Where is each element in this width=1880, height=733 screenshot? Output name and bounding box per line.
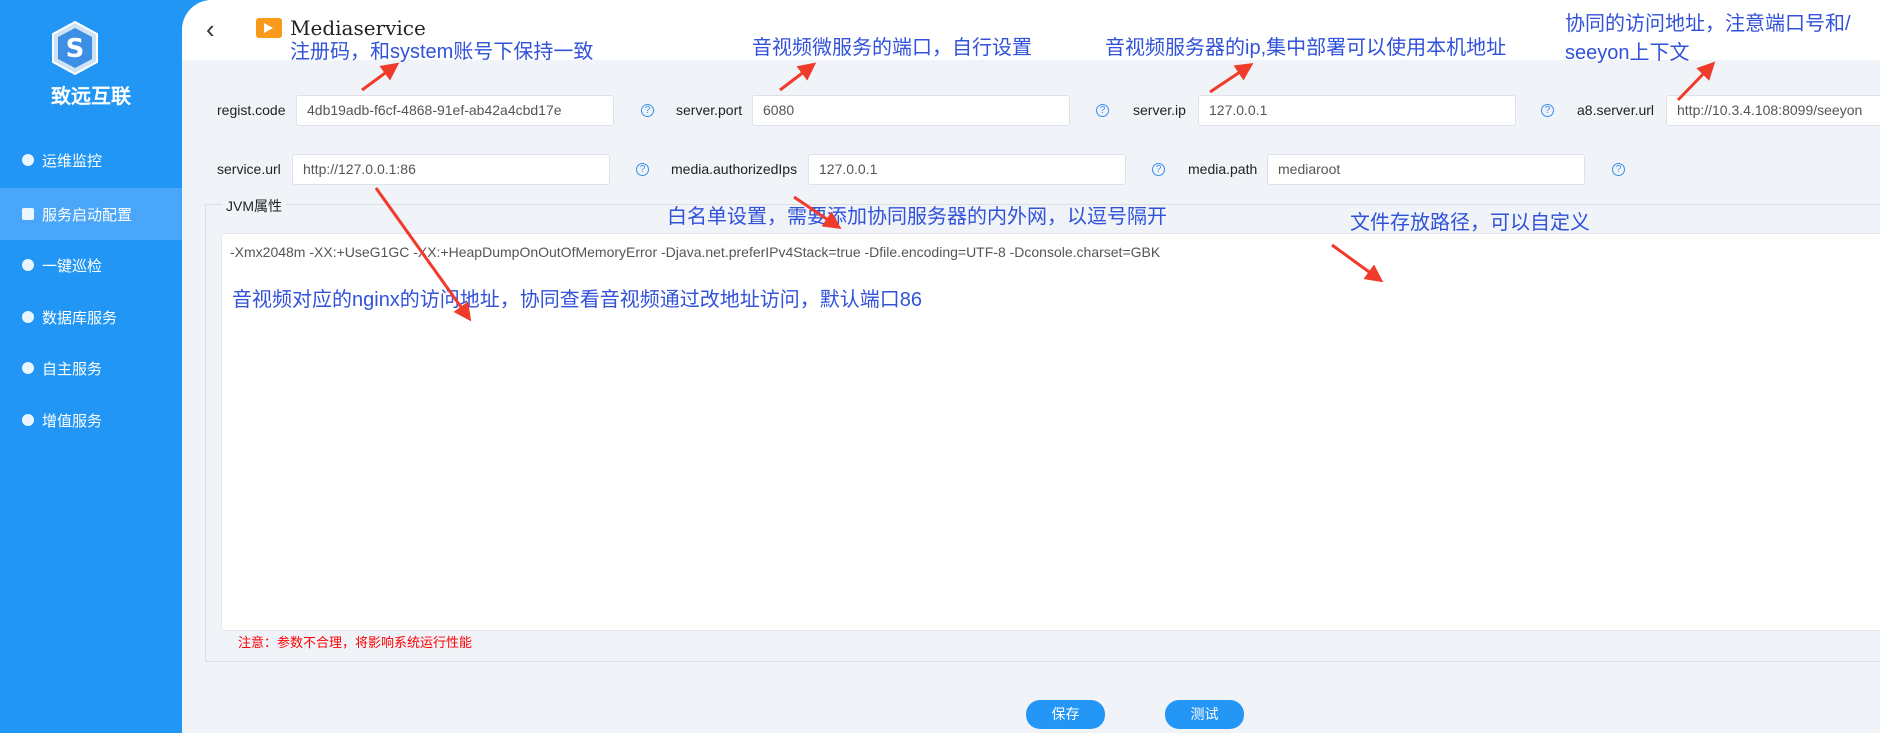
sidebar-item-service-config[interactable]: 服务启动配置 (0, 188, 182, 240)
annotation-authorizedips: 白名单设置，需要添加协同服务器的内外网，以逗号隔开 (667, 206, 1167, 228)
help-icon[interactable]: ? (1096, 104, 1109, 117)
help-icon[interactable]: ? (636, 163, 649, 176)
heart-icon (22, 362, 34, 374)
sidebar-item-label: 一键巡检 (42, 257, 103, 275)
a8-server-url-label: a8.server.url (1577, 102, 1655, 118)
media-authorizedips-label: media.authorizedIps (671, 161, 798, 177)
brand-name: 致远互联 (51, 84, 131, 108)
svg-text:S: S (66, 34, 85, 64)
sidebar-item-value-added[interactable]: 增值服务 (0, 394, 182, 446)
annotation-service-url: 音视频对应的nginx的访问地址，协同查看音视频通过改地址访问，默认端口86 (232, 289, 923, 311)
page-title: Mediaservice (290, 16, 426, 40)
main-content: ‹ Mediaservice regist.code 4db19adb-f6cf… (182, 0, 1880, 733)
logo-icon: S (52, 20, 98, 76)
video-camera-icon (256, 18, 282, 38)
sidebar-item-label: 数据库服务 (42, 309, 118, 327)
annotation-a8-line1: 协同的访问地址，注意端口号和/ (1565, 13, 1851, 35)
grid-icon (22, 208, 34, 220)
server-ip-label: server.ip (1133, 102, 1186, 118)
media-path-input[interactable]: mediaroot (1267, 154, 1585, 185)
sidebar-item-self-service[interactable]: 自主服务 (0, 342, 182, 394)
back-icon[interactable]: ‹ (206, 14, 215, 45)
server-ip-input[interactable]: 127.0.0.1 (1198, 95, 1516, 126)
help-icon[interactable]: ? (1541, 104, 1554, 117)
sidebar-item-database[interactable]: 数据库服务 (0, 291, 182, 343)
sidebar-item-label: 自主服务 (42, 360, 103, 378)
annotation-port: 音视频微服务的端口，自行设置 (752, 37, 1032, 59)
save-button[interactable]: 保存 (1026, 700, 1105, 729)
sidebar-item-ops-monitor[interactable]: 运维监控 (0, 134, 182, 186)
crown-icon (22, 414, 34, 426)
jvm-legend: JVM属性 (222, 196, 286, 216)
server-port-input[interactable]: 6080 (752, 95, 1070, 126)
sidebar-item-inspection[interactable]: 一键巡检 (0, 239, 182, 291)
database-icon (22, 311, 34, 323)
annotation-a8-line2: seeyon上下文 (1565, 42, 1690, 64)
service-url-input[interactable]: http://127.0.0.1:86 (292, 154, 610, 185)
annotation-regist: 注册码，和system账号下保持一致 (290, 41, 594, 63)
regist-code-label: regist.code (217, 102, 286, 118)
annotation-ip: 音视频服务器的ip,集中部署可以使用本机地址 (1105, 37, 1507, 59)
help-icon[interactable]: ? (1612, 163, 1625, 176)
help-icon[interactable]: ? (1152, 163, 1165, 176)
media-authorizedips-input[interactable]: 127.0.0.1 (808, 154, 1126, 185)
warning-text: 注意：参数不合理，将影响系统运行性能 (238, 635, 473, 650)
annotation-media-path: 文件存放路径，可以自定义 (1350, 212, 1590, 234)
a8-server-url-input[interactable]: http://10.3.4.108:8099/seeyon (1666, 95, 1880, 126)
media-path-label: media.path (1188, 161, 1258, 177)
monitor-icon (22, 154, 34, 166)
service-url-label: service.url (217, 161, 281, 177)
sidebar: S 致远互联 运维监控 服务启动配置 一键巡检 数据库服务 自主服务 增值服务 (0, 0, 182, 733)
sidebar-item-label: 服务启动配置 (42, 206, 133, 224)
sidebar-item-label: 增值服务 (42, 412, 103, 430)
server-port-label: server.port (676, 102, 743, 118)
help-icon[interactable]: ? (641, 104, 654, 117)
test-button[interactable]: 测试 (1165, 700, 1244, 729)
regist-code-input[interactable]: 4db19adb-f6cf-4868-91ef-ab42a4cbd17e (296, 95, 614, 126)
inspect-icon (22, 259, 34, 271)
sidebar-item-label: 运维监控 (42, 152, 103, 170)
